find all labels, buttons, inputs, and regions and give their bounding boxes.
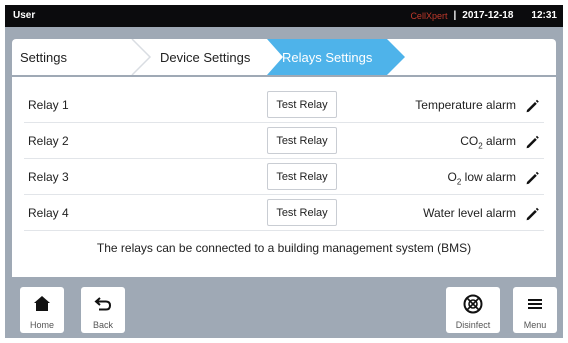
- status-brand: CellXpert: [410, 10, 448, 21]
- disinfect-icon: [463, 294, 483, 314]
- home-label: Home: [29, 320, 54, 330]
- back-arrow-icon: [94, 297, 112, 311]
- menu-label: Menu: [523, 320, 547, 330]
- relays-panel: Relay 1 Test Relay Temperature alarm Rel…: [12, 77, 556, 277]
- relay-alarm-label: Temperature alarm: [415, 98, 516, 112]
- test-relay-button[interactable]: Test Relay: [267, 163, 337, 190]
- relay-label: Relay 2: [28, 134, 69, 148]
- breadcrumb-settings[interactable]: Settings: [20, 39, 140, 75]
- relay-label: Relay 1: [28, 98, 69, 112]
- relay-row: Relay 3 Test Relay O2 low alarm: [24, 159, 544, 195]
- home-button[interactable]: Home: [20, 287, 64, 333]
- menu-icon: [528, 299, 542, 309]
- status-bar: User CellXpert | 2017-12-18 12:31: [5, 5, 563, 27]
- breadcrumb-device-settings[interactable]: Device Settings: [160, 39, 270, 75]
- relay-row: Relay 4 Test Relay Water level alarm: [24, 195, 544, 231]
- screen: User CellXpert | 2017-12-18 12:31 Settin…: [5, 5, 563, 338]
- relay-alarm-label: CO2 alarm: [460, 134, 516, 151]
- bms-note: The relays can be connected to a buildin…: [96, 241, 472, 255]
- test-relay-button[interactable]: Test Relay: [267, 91, 337, 118]
- status-user: User: [13, 10, 36, 21]
- status-date: 2017-12-18: [462, 10, 514, 21]
- relay-row: Relay 1 Test Relay Temperature alarm: [24, 87, 544, 123]
- menu-button[interactable]: Menu: [513, 287, 557, 333]
- test-relay-button[interactable]: Test Relay: [267, 199, 337, 226]
- relay-label: Relay 4: [28, 206, 69, 220]
- back-label: Back: [92, 320, 113, 330]
- back-button[interactable]: Back: [81, 287, 125, 333]
- status-time: 12:31: [531, 10, 557, 21]
- home-icon: [34, 296, 50, 311]
- relay-row: Relay 2 Test Relay CO2 alarm: [24, 123, 544, 159]
- pencil-icon[interactable]: [524, 205, 540, 221]
- disinfect-label: Disinfect: [455, 320, 491, 330]
- test-relay-button[interactable]: Test Relay: [267, 127, 337, 154]
- pencil-icon[interactable]: [524, 169, 540, 185]
- breadcrumb-relays-settings[interactable]: Relays Settings: [282, 39, 392, 75]
- relay-label: Relay 3: [28, 170, 69, 184]
- relay-alarm-label: O2 low alarm: [447, 170, 516, 187]
- relay-alarm-label: Water level alarm: [423, 206, 516, 220]
- pencil-icon[interactable]: [524, 133, 540, 149]
- status-separator: |: [453, 10, 457, 21]
- breadcrumb: Settings Device Settings Relays Settings: [12, 39, 556, 75]
- disinfect-button[interactable]: Disinfect: [446, 287, 500, 333]
- pencil-icon[interactable]: [524, 97, 540, 113]
- status-right: CellXpert | 2017-12-18 12:31: [410, 10, 557, 21]
